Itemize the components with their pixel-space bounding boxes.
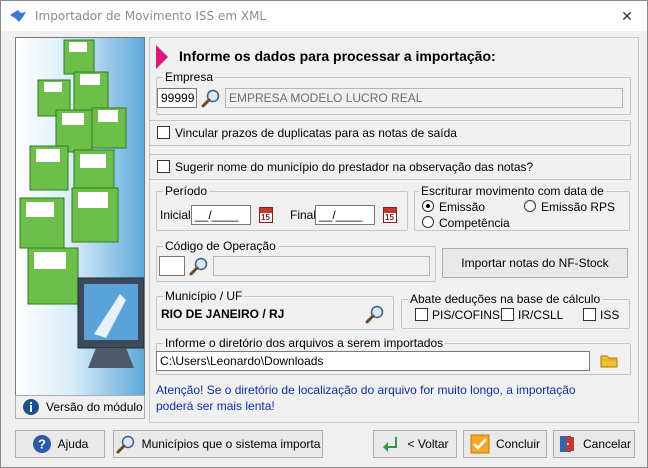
periodo-inicial-label: Inicial xyxy=(160,208,191,222)
close-icon[interactable]: ✕ xyxy=(613,5,641,27)
pis-cofins-checkbox[interactable] xyxy=(415,308,428,321)
municipios-label: Municípios que o sistema importa xyxy=(141,437,321,451)
folder-icon[interactable] xyxy=(599,351,619,371)
competencia-radio[interactable] xyxy=(422,216,434,228)
iss-label: ISS xyxy=(600,308,620,322)
search-icon[interactable] xyxy=(189,256,209,276)
diretorio-legend: Informe o diretório dos arquivos a serem… xyxy=(163,336,446,350)
sugerir-checkbox[interactable] xyxy=(157,160,170,173)
municipio-value: RIO DE JANEIRO / RJ xyxy=(161,307,285,321)
voltar-button[interactable]: < Voltar xyxy=(373,430,457,458)
back-arrow-icon xyxy=(383,437,398,452)
escriturar-legend: Escriturar movimento com data de xyxy=(419,184,606,198)
sugerir-label: Sugerir nome do município do prestador n… xyxy=(175,160,534,174)
banner-illustration xyxy=(15,37,145,419)
concluir-button[interactable]: Concluir xyxy=(463,430,547,458)
competencia-label: Competência xyxy=(439,216,510,230)
empresa-legend: Empresa xyxy=(163,70,216,84)
codigo-operacao-description-field xyxy=(213,256,430,276)
ajuda-button[interactable]: ? Ajuda xyxy=(15,430,105,458)
calendar-day-label: 15 xyxy=(261,213,270,222)
ir-csll-label: IR/CSLL xyxy=(518,308,564,322)
codigo-operacao-legend: Código de Operação xyxy=(163,239,278,253)
vincular-checkbox[interactable] xyxy=(157,126,170,139)
app-icon xyxy=(10,10,26,22)
abate-legend: Abate deduções na base de cálculo xyxy=(408,292,603,306)
cancelar-label: Cancelar xyxy=(582,437,632,451)
periodo-final-label: Final xyxy=(290,208,317,222)
calendar-day-label: 15 xyxy=(385,213,394,222)
svg-text:?: ? xyxy=(38,437,46,452)
periodo-final-field[interactable]: __/____ xyxy=(315,205,375,225)
calendar-icon[interactable]: 15 xyxy=(383,207,397,223)
warning-text: Atenção! Se o diretório de localização d… xyxy=(156,383,576,413)
cancelar-button[interactable]: Cancelar xyxy=(553,430,635,458)
ir-csll-checkbox[interactable] xyxy=(501,308,514,321)
diretorio-path-field[interactable]: C:\Users\Leonardo\Downloads xyxy=(156,351,590,371)
help-icon: ? xyxy=(32,435,51,453)
emissao-rps-radio[interactable] xyxy=(524,200,536,212)
codigo-operacao-field[interactable] xyxy=(159,256,185,276)
pis-cofins-label: PIS/COFINS xyxy=(432,308,501,322)
search-icon xyxy=(116,435,134,454)
window-title: Importador de Movimento ISS em XML xyxy=(35,9,267,23)
voltar-label: < Voltar xyxy=(407,437,449,451)
vincular-label: Vincular prazos de duplicatas para as no… xyxy=(175,126,457,140)
empresa-code-field[interactable]: 99999 xyxy=(157,88,197,108)
search-icon[interactable] xyxy=(201,88,221,108)
importar-nf-stock-button[interactable]: Importar notas do NF-Stock xyxy=(442,248,628,278)
periodo-legend: Período xyxy=(163,184,210,198)
ajuda-label: Ajuda xyxy=(57,437,89,451)
dialog-window: Importador de Movimento ISS em XML ✕ Ver… xyxy=(0,0,648,468)
periodo-inicial-field[interactable]: __/____ xyxy=(191,205,251,225)
municipios-button[interactable]: Municípios que o sistema importa xyxy=(113,430,323,458)
title-bar: Importador de Movimento ISS em XML ✕ xyxy=(1,1,647,31)
header-arrow-icon xyxy=(156,45,168,69)
importar-nf-stock-label: Importar notas do NF-Stock xyxy=(461,256,609,270)
exit-door-icon xyxy=(559,436,574,452)
info-icon xyxy=(23,399,39,415)
floppy-disks-illustration xyxy=(19,39,144,368)
versao-modulo-button[interactable]: Versão do módulo xyxy=(15,395,145,419)
emissao-label: Emissão xyxy=(439,200,486,214)
empresa-name-field: EMPRESA MODELO LUCRO REAL xyxy=(225,88,623,108)
iss-checkbox[interactable] xyxy=(583,308,596,321)
emissao-rps-label: Emissão RPS xyxy=(541,200,616,214)
versao-modulo-label: Versão do módulo xyxy=(46,400,143,414)
search-icon[interactable] xyxy=(365,304,385,324)
page-title: Informe os dados para processar a import… xyxy=(179,48,496,64)
concluir-label: Concluir xyxy=(495,437,540,451)
check-icon xyxy=(470,434,490,454)
municipio-legend: Município / UF xyxy=(163,289,245,303)
emissao-radio[interactable] xyxy=(422,200,434,212)
calendar-icon[interactable]: 15 xyxy=(259,207,273,223)
